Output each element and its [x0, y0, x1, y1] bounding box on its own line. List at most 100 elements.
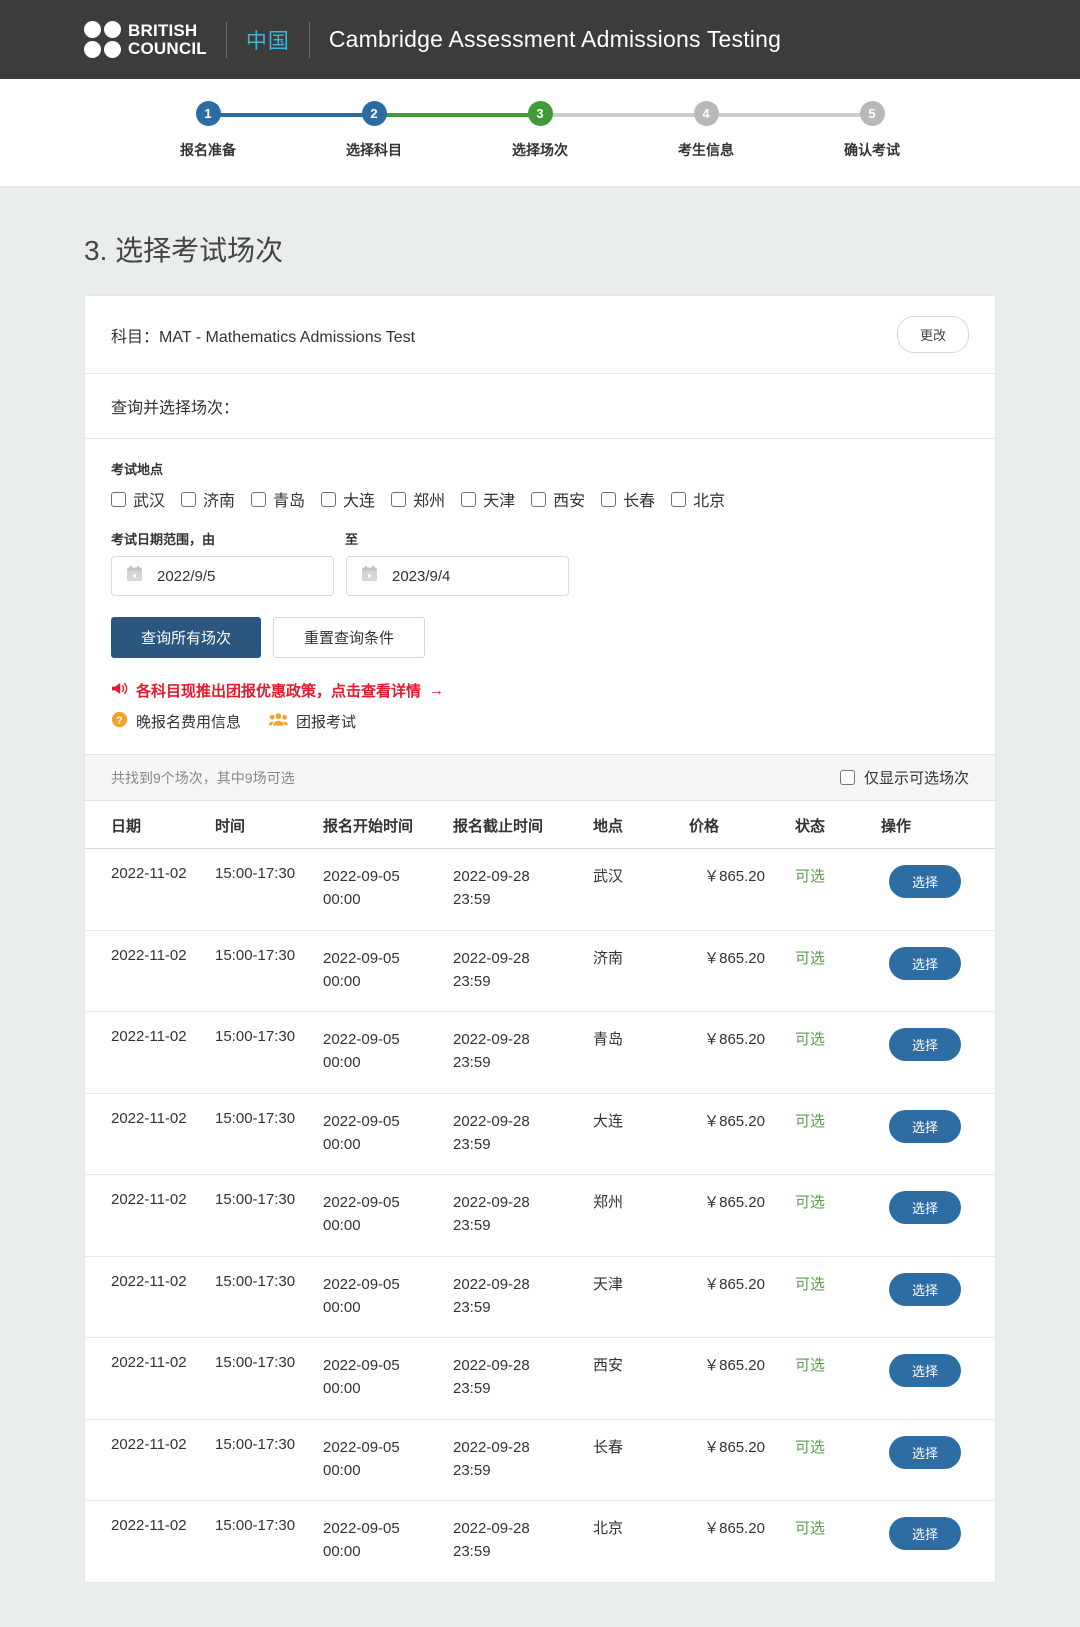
step-5[interactable]: 5 确认考试 [789, 101, 955, 160]
status-badge: 可选 [795, 1520, 826, 1537]
select-session-button[interactable]: 选择 [889, 1517, 961, 1550]
header-divider-1 [225, 21, 227, 58]
cell-date: 2022-11-02 [85, 1011, 207, 1094]
city-checkbox[interactable] [181, 491, 197, 507]
status-badge: 可选 [773, 1256, 873, 1338]
select-session-button[interactable]: 选择 [889, 1435, 961, 1469]
cell-date: 2022-11-02 [85, 1256, 207, 1338]
step-number-badge: 2 [361, 101, 387, 126]
city-option-1[interactable]: 济南 [181, 487, 235, 511]
column-header-action: 操作 [873, 801, 995, 849]
city-checkbox[interactable] [111, 491, 126, 507]
only-available-checkbox[interactable] [839, 770, 855, 785]
cell-location: 天津 [585, 1256, 681, 1338]
city-checkbox[interactable] [671, 491, 687, 507]
late-fee-link[interactable]: ? 晚报名费用信息 [111, 711, 241, 732]
city-checkbox[interactable] [531, 491, 547, 507]
cell-time: 15:00-17:30 [207, 930, 315, 1012]
city-option-8[interactable]: 北京 [671, 487, 725, 511]
city-label: 青岛 [273, 493, 306, 510]
locale-label[interactable]: 中国 [246, 25, 290, 55]
step-label: 报名准备 [180, 142, 236, 158]
step-number-badge: 1 [195, 101, 221, 126]
cell-registration-start: 2022-09-05 00:00 [315, 930, 445, 1012]
date-from-input[interactable]: 2022/9/5 [111, 556, 334, 596]
promo-arrow-icon: → [429, 682, 445, 699]
city-label: 武汉 [133, 493, 166, 510]
cell-registration-deadline: 2022-09-28 23:59 [445, 1011, 585, 1094]
info-links: ? 晚报名费用信息 团报考试 [111, 711, 969, 732]
cell-action: 选择 [873, 1501, 995, 1582]
date-to-value: 2023/9/4 [392, 567, 451, 585]
column-header-date: 日期 [85, 801, 207, 849]
cell-registration-start: 2022-09-05 00:00 [315, 1256, 445, 1338]
reset-filters-button[interactable]: 重置查询条件 [273, 617, 426, 658]
group-booking-link[interactable]: 团报考试 [269, 711, 356, 732]
results-count-text: 共找到9个场次，其中9场可选 [111, 769, 295, 786]
british-council-logo[interactable]: BRITISH COUNCIL [84, 21, 207, 58]
cell-price: ￥865.20 [681, 1174, 773, 1257]
cell-registration-start: 2022-09-05 00:00 [315, 848, 445, 931]
cell-date: 2022-11-02 [111, 1517, 187, 1534]
city-option-3[interactable]: 大连 [321, 487, 375, 511]
city-checkbox[interactable] [321, 491, 337, 507]
select-session-button[interactable]: 选择 [889, 1191, 961, 1224]
cell-registration-start: 2022-09-05 00:00 [315, 1093, 445, 1175]
column-header-price: 价格 [681, 801, 773, 849]
date-to-label: 至 [345, 532, 359, 547]
step-1[interactable]: 1 报名准备 [125, 101, 374, 160]
british-council-dots-icon [84, 21, 121, 58]
step-number-badge: 4 [693, 101, 719, 126]
promo-text: 各科目现推出团报优惠政策，点击查看详情 [136, 683, 422, 700]
cell-location: 北京 [593, 1520, 624, 1537]
city-checkbox[interactable] [461, 491, 477, 507]
date-to-input[interactable]: 2023/9/4 [346, 556, 569, 596]
city-label: 北京 [693, 493, 726, 510]
city-option-0[interactable]: 武汉 [111, 487, 165, 511]
subject-label: 科目： [111, 328, 160, 346]
select-session-button[interactable]: 选择 [889, 1028, 961, 1061]
cell-time: 15:00-17:30 [207, 1419, 315, 1501]
cell-action: 选择 [873, 848, 995, 931]
table-row: 2022-11-02 15:00-17:30 2022-09-05 00:00 2022… [85, 1337, 995, 1420]
status-badge: 可选 [773, 848, 873, 931]
select-session-button[interactable]: 选择 [889, 865, 961, 898]
progress-stepper: 1 报名准备 2 选择科目 3 选择场次 4 考生信息 5 确认考试 [0, 79, 1080, 187]
group-booking-link-label: 团报考试 [296, 714, 357, 731]
city-checkbox[interactable] [251, 491, 267, 507]
select-session-button[interactable]: 选择 [889, 1354, 961, 1387]
city-option-4[interactable]: 郑州 [391, 487, 445, 511]
megaphone-icon [111, 681, 128, 700]
cell-registration-deadline: 2022-09-28 23:59 [445, 1419, 585, 1501]
city-option-2[interactable]: 青岛 [251, 487, 305, 511]
city-option-6[interactable]: 西安 [531, 487, 585, 511]
select-session-button[interactable]: 选择 [889, 1109, 961, 1143]
city-checkbox[interactable] [391, 491, 407, 507]
step-3[interactable]: 3 选择场次 [457, 101, 706, 160]
change-subject-button[interactable]: 更改 [896, 316, 969, 353]
status-badge: 可选 [773, 1011, 873, 1094]
cell-location: 西安 [585, 1337, 681, 1420]
step-4[interactable]: 4 考生信息 [623, 101, 872, 160]
step-number-badge: 5 [859, 101, 885, 126]
city-checkbox[interactable] [601, 491, 617, 507]
cell-date: 2022-11-02 [85, 930, 207, 1012]
group-discount-promo[interactable]: 各科目现推出团报优惠政策，点击查看详情 → [111, 680, 969, 701]
only-available-label: 仅显示可选场次 [863, 770, 969, 787]
select-session-button[interactable]: 选择 [889, 1272, 961, 1306]
cell-action: 选择 [873, 930, 995, 1012]
cell-price: ￥865.20 [704, 1520, 765, 1537]
step-2[interactable]: 2 选择科目 [291, 101, 540, 160]
column-header-registration-deadline: 报名截止时间 [445, 801, 585, 849]
only-available-filter[interactable]: 仅显示可选场次 [839, 767, 969, 788]
city-option-7[interactable]: 长春 [601, 487, 655, 511]
page-title: 3. 选择考试场次 [84, 235, 284, 266]
city-label: 郑州 [413, 493, 446, 510]
column-header-registration-start: 报名开始时间 [315, 801, 445, 849]
city-option-5[interactable]: 天津 [461, 487, 515, 511]
search-sessions-button[interactable]: 查询所有场次 [111, 617, 262, 658]
column-header-location: 地点 [585, 801, 681, 849]
city-checkbox-group: 武汉 济南 青岛 大连 郑州 天津 西安 长春 北京 [111, 487, 969, 511]
calendar-icon [361, 565, 378, 587]
select-session-button[interactable]: 选择 [889, 946, 961, 980]
